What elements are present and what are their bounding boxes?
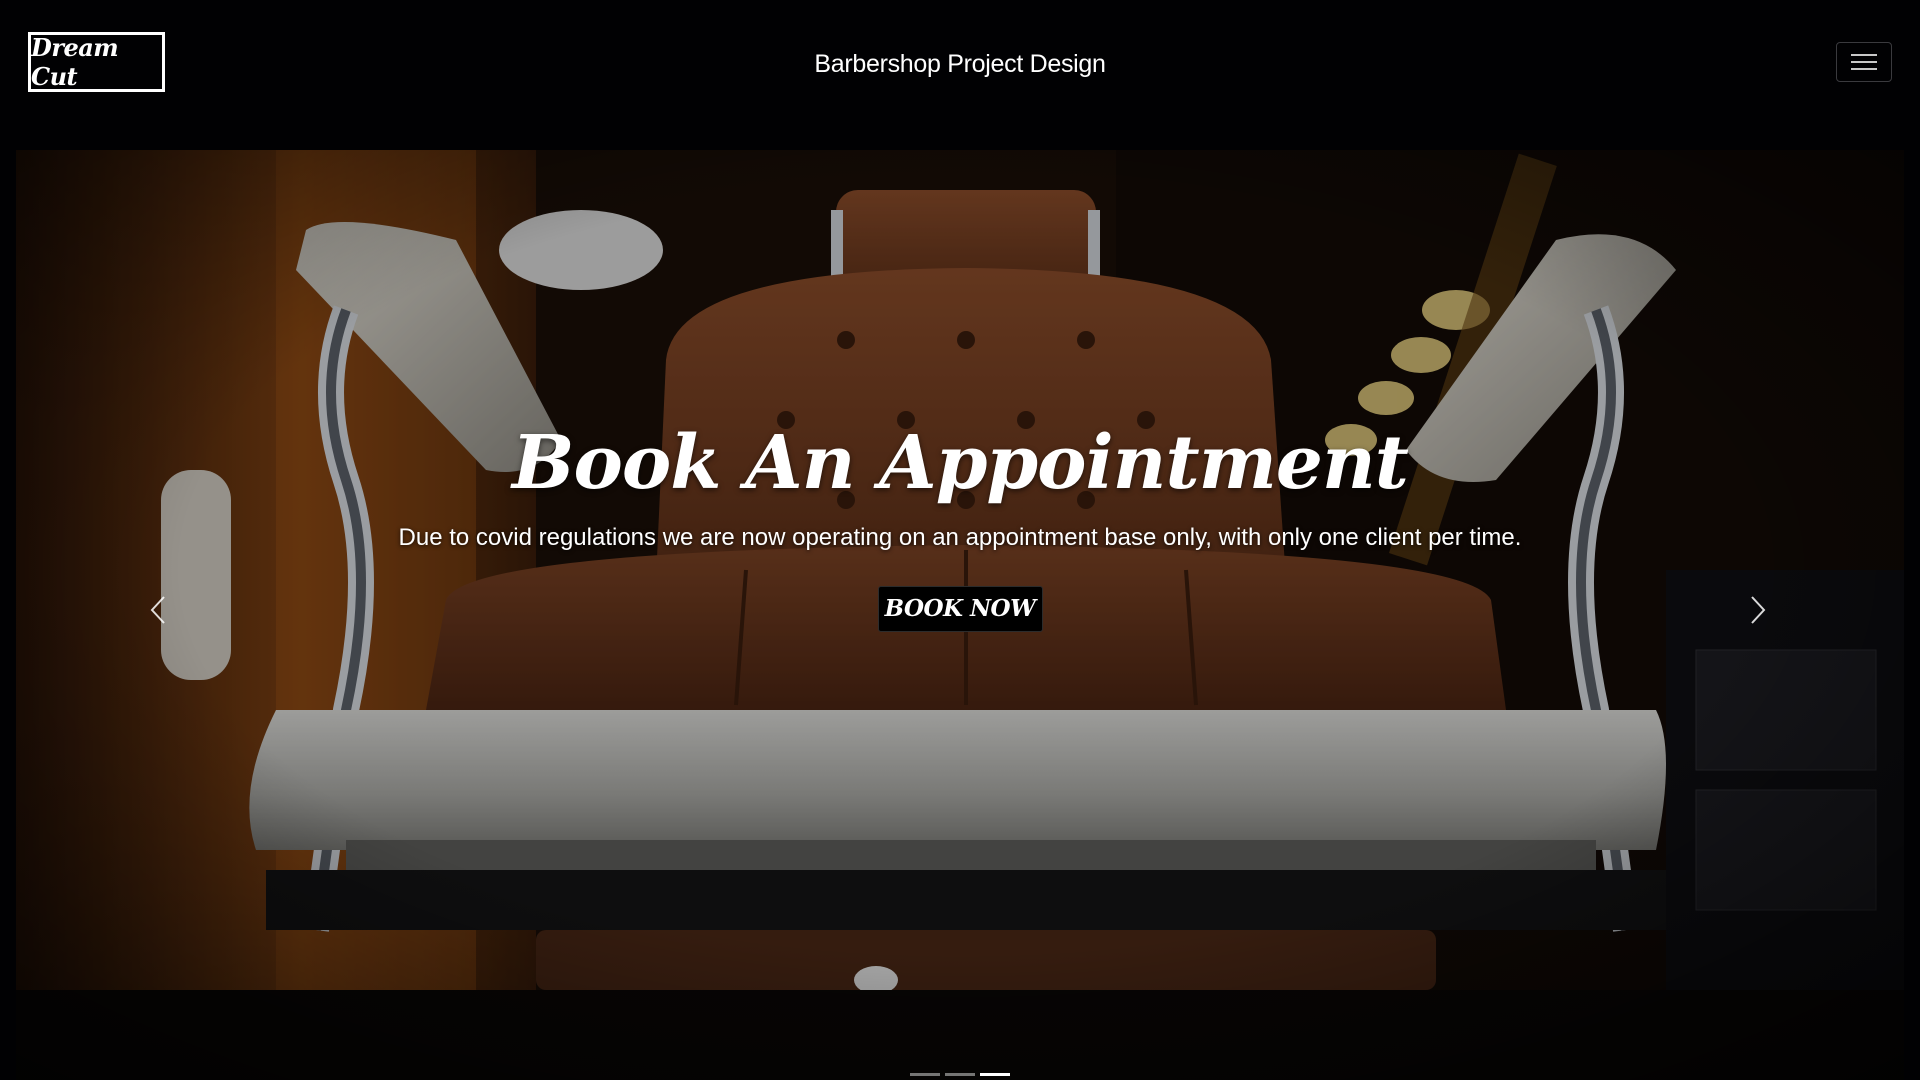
carousel-prev-button[interactable] bbox=[138, 580, 178, 640]
carousel-next-button[interactable] bbox=[1738, 580, 1778, 640]
hamburger-menu-icon bbox=[1851, 54, 1877, 70]
carousel-indicator-2[interactable] bbox=[945, 1073, 975, 1076]
hero-title: Book An Appointment bbox=[512, 420, 1409, 506]
navbar: Dream Cut Barbershop Project Design bbox=[0, 0, 1920, 130]
page-title: Barbershop Project Design bbox=[814, 50, 1106, 78]
hero-caption: Book An Appointment Due to covid regulat… bbox=[16, 420, 1904, 632]
carousel-indicators bbox=[16, 1073, 1904, 1076]
carousel-indicator-3[interactable] bbox=[980, 1073, 1010, 1076]
hero-description: Due to covid regulations we are now oper… bbox=[398, 524, 1522, 551]
book-now-button[interactable]: BOOK NOW bbox=[877, 586, 1043, 632]
menu-toggle-button[interactable] bbox=[1836, 42, 1892, 82]
chevron-left-icon bbox=[150, 596, 165, 624]
chevron-right-icon bbox=[1751, 596, 1766, 624]
carousel-indicator-1[interactable] bbox=[910, 1073, 940, 1076]
hero-carousel: Book An Appointment Due to covid regulat… bbox=[16, 150, 1904, 1080]
